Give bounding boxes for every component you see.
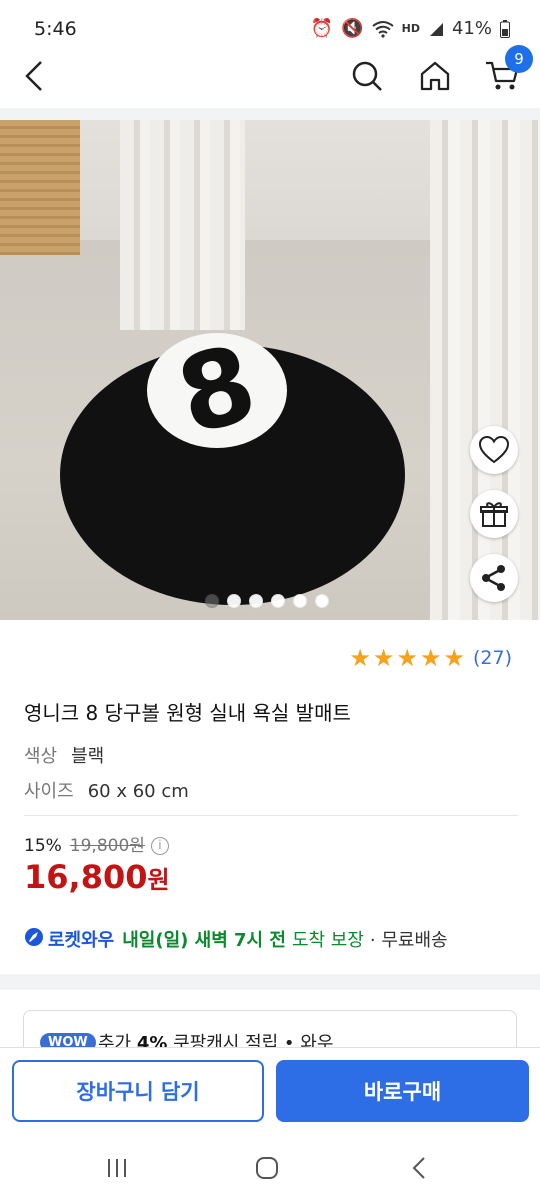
buy-now-button[interactable]: 바로구매 — [276, 1060, 529, 1122]
top-navigation-bar — [0, 44, 540, 108]
pagination-dot[interactable] — [271, 594, 285, 608]
hd-voice-icon: HD — [401, 22, 420, 35]
rocket-wow-label: 로켓와우 — [48, 930, 115, 951]
back-nav-icon[interactable] — [404, 1153, 434, 1183]
free-shipping: · 무료배송 — [369, 930, 448, 951]
rating-summary[interactable]: ★ ★ ★ ★ ★ (27) — [349, 644, 512, 672]
gift-icon[interactable] — [470, 490, 518, 538]
star-icon: ★ — [349, 644, 371, 672]
home-nav-icon[interactable] — [252, 1153, 282, 1183]
sale-price: 16,800원 — [24, 858, 170, 896]
back-icon[interactable] — [14, 56, 54, 96]
wishlist-heart-icon[interactable] — [470, 426, 518, 474]
price-divider — [24, 815, 518, 816]
battery-percent: 41% — [451, 18, 492, 39]
option-key: 사이즈 — [24, 781, 74, 802]
recent-apps-icon[interactable] — [102, 1153, 132, 1183]
star-icon: ★ — [443, 644, 465, 672]
pagination-dot[interactable] — [249, 594, 263, 608]
add-to-cart-button[interactable]: 장바구니 담기 — [12, 1060, 264, 1122]
image-curtain-right — [430, 120, 540, 620]
pagination-dot[interactable] — [227, 594, 241, 608]
top-divider — [0, 108, 540, 120]
delivery-guarantee: 도착 보장 — [291, 930, 364, 951]
search-icon[interactable] — [347, 56, 387, 96]
bottom-action-bar: 장바구니 담기 바로구매 — [0, 1047, 540, 1133]
status-icons: ⏰ 🔇 HD 41% — [311, 18, 510, 39]
alarm-icon: ⏰ — [310, 18, 334, 39]
image-curtain-left — [120, 120, 245, 330]
rocket-icon — [24, 927, 44, 952]
cart-count-badge: 9 — [505, 45, 533, 73]
pagination-dot[interactable] — [293, 594, 307, 608]
original-price: 19,800원 — [69, 836, 145, 856]
info-icon[interactable]: i — [150, 837, 169, 855]
discount-rate: 15% — [24, 836, 62, 856]
star-icon: ★ — [419, 644, 442, 672]
option-key: 색상 — [24, 746, 58, 767]
home-icon[interactable] — [415, 56, 455, 96]
star-icon: ★ — [372, 644, 395, 672]
share-icon[interactable] — [470, 554, 518, 602]
delivery-date: 내일(일) 새벽 7시 전 — [122, 930, 286, 951]
pagination-dot[interactable] — [205, 594, 219, 608]
star-icon: ★ — [396, 644, 418, 672]
option-value: 블랙 — [71, 746, 105, 767]
image-pagination[interactable] — [205, 594, 329, 608]
status-time: 5:46 — [34, 18, 77, 40]
delivery-info[interactable]: 로켓와우 내일(일) 새벽 7시 전 도착 보장 · 무료배송 — [24, 926, 448, 952]
battery-icon — [500, 19, 510, 38]
price-unit: 원 — [147, 866, 170, 894]
signal-icon — [428, 21, 444, 37]
discount-line: 15% 19,800원 i — [24, 831, 169, 856]
mute-icon: 🔇 — [341, 18, 364, 39]
option-size: 사이즈 60 x 60 cm — [24, 777, 189, 803]
product-title: 영니크 8 당구볼 원형 실내 욕실 발매트 — [24, 701, 351, 725]
system-navigation-bar — [0, 1133, 540, 1200]
image-cabinet — [0, 120, 80, 255]
option-color: 색상 블랙 — [24, 742, 104, 768]
wifi-icon — [372, 20, 394, 38]
pagination-dot[interactable] — [315, 594, 329, 608]
option-value: 60 x 60 cm — [87, 781, 189, 802]
section-gap — [0, 974, 540, 990]
price-number: 16,800 — [24, 858, 148, 896]
review-count[interactable]: (27) — [473, 647, 512, 669]
